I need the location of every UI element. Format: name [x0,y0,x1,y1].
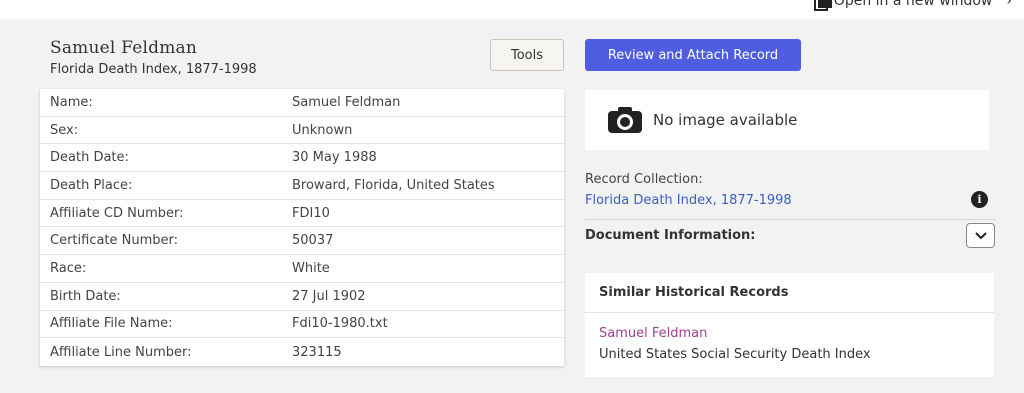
record-title: Samuel Feldman [50,38,198,58]
fact-label: Death Date: [50,150,129,166]
top-bar: Open in a new window › [0,0,1024,19]
open-new-window-label: Open in a new window [833,0,993,9]
fact-value: FDI10 [292,205,330,221]
fact-value: Fdi10-1980.txt [292,316,388,332]
fact-label: Affiliate CD Number: [50,205,184,221]
chevron-down-icon [974,231,987,239]
fact-label: Affiliate File Name: [50,316,173,332]
fact-value: Samuel Feldman [292,94,401,110]
fact-label: Race: [50,260,87,276]
fact-row: Death Place: Broward, Florida, United Sta… [40,172,564,200]
fact-value: Broward, Florida, United States [292,177,495,193]
fact-row: Birth Date: 27 Jul 1902 [40,283,564,311]
fact-value: 323115 [292,344,342,360]
open-new-window-link[interactable]: Open in a new window › [813,0,1012,11]
fact-value: White [292,260,330,276]
fact-value: 27 Jul 1902 [292,288,366,304]
review-and-attach-button[interactable]: Review and Attach Record [585,39,801,71]
chevron-right-icon[interactable]: › [1006,0,1012,9]
fact-label: Affiliate Line Number: [50,344,192,360]
record-collection-label: Record Collection: [585,172,703,187]
similar-records-panel: Similar Historical Records Samuel Feldma… [585,273,994,377]
fact-row: Sex: Unknown [40,117,564,145]
info-icon[interactable]: i [971,191,988,208]
similar-records-title: Similar Historical Records [585,273,994,313]
divider [585,219,996,220]
fact-value: 30 May 1988 [292,150,377,166]
tools-button[interactable]: Tools [490,39,564,71]
similar-record-link[interactable]: Samuel Feldman [599,326,994,341]
fact-value: 50037 [292,233,334,249]
fact-label: Certificate Number: [50,233,179,249]
image-panel: No image available [585,90,989,150]
fact-label: Death Place: [50,177,133,193]
similar-record-collection: United States Social Security Death Inde… [599,347,871,362]
fact-row: Death Date: 30 May 1988 [40,144,564,173]
fact-label: Birth Date: [50,288,121,304]
open-window-icon [813,0,832,11]
fact-row: Affiliate Line Number: 323115 [40,338,564,366]
record-collection-link[interactable]: Florida Death Index, 1877-1998 [585,193,792,208]
record-header: Samuel Feldman Florida Death Index, 1877… [50,38,257,77]
record-collection-subtitle: Florida Death Index, 1877-1998 [50,62,257,77]
fact-row: Certificate Number: 50037 [40,227,564,256]
fact-label: Name: [50,94,93,110]
fact-value: Unknown [292,122,353,138]
document-information-toggle[interactable] [966,223,995,248]
fact-row: Race: White [40,255,564,283]
fact-row: Name: Samuel Feldman [40,89,564,117]
fact-row: Affiliate File Name: Fdi10-1980.txt [40,311,564,339]
camera-icon [608,107,642,133]
record-facts-table: Name: Samuel Feldman Sex: Unknown Death Da… [40,89,564,366]
no-image-text: No image available [653,111,798,129]
document-information-label: Document Information: [585,228,756,243]
fact-label: Sex: [50,122,79,138]
fact-row: Affiliate CD Number: FDI10 [40,200,564,228]
